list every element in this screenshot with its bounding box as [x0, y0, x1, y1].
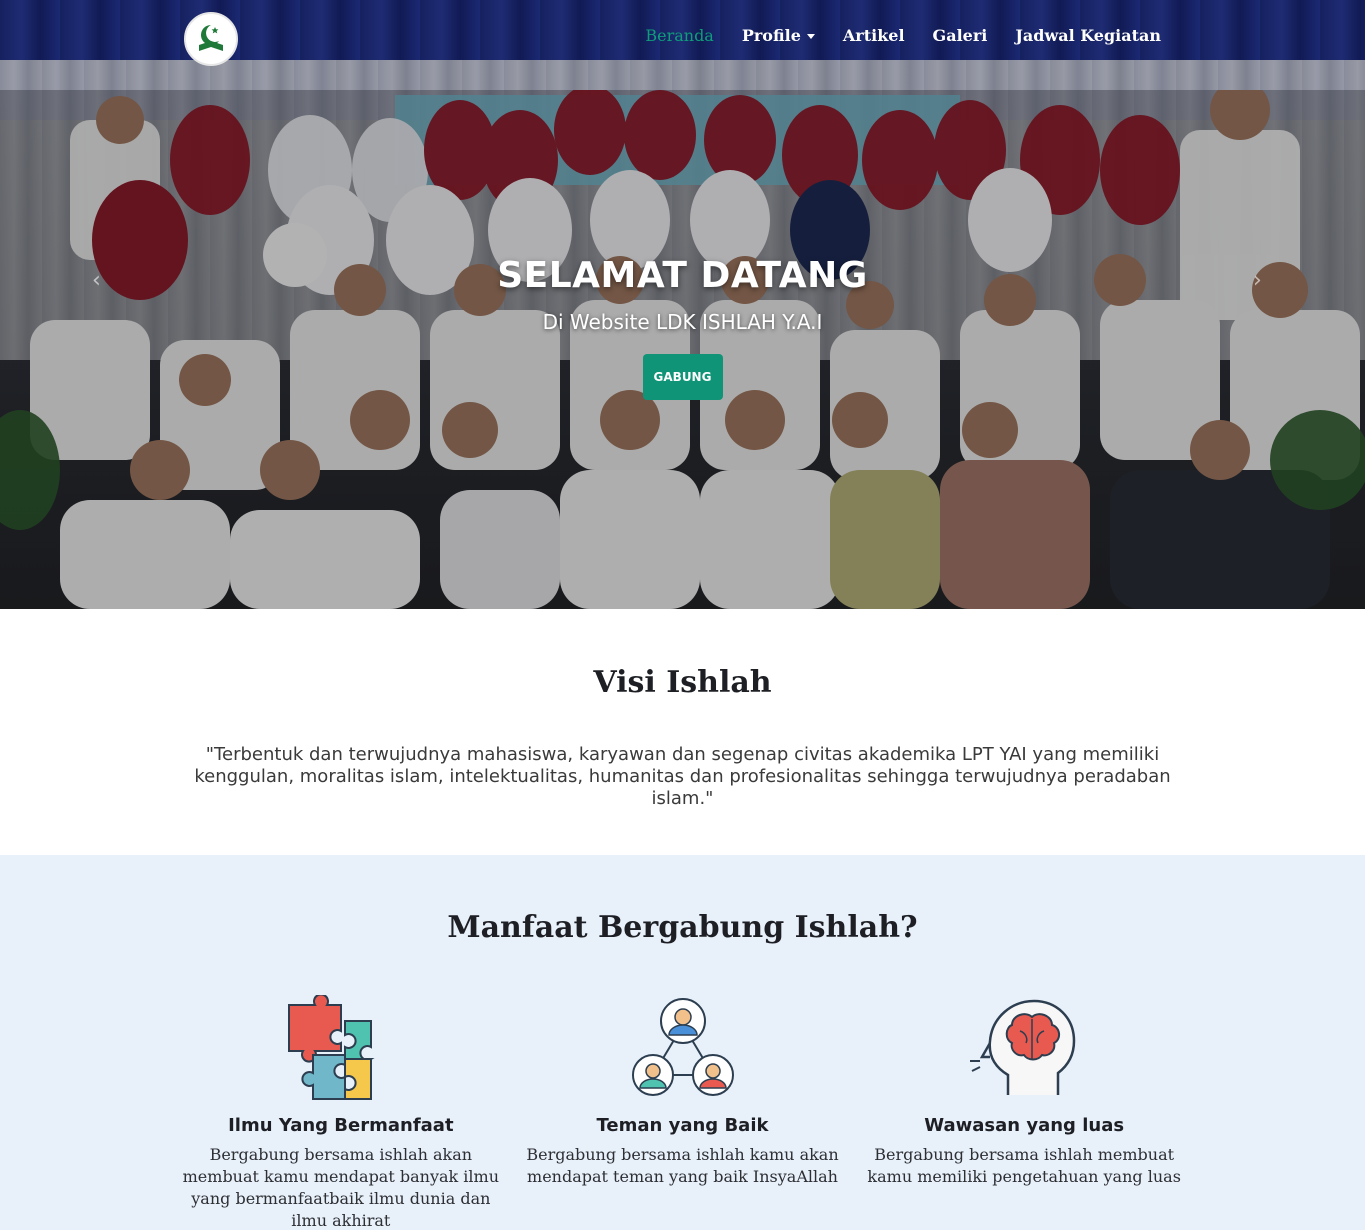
visi-title: Visi Ishlah — [593, 665, 772, 700]
nav-link-galeri[interactable]: Galeri — [933, 26, 988, 45]
caret-down-icon — [806, 34, 815, 39]
feature-title: Ilmu Yang Bermanfaat — [228, 1115, 454, 1136]
visi-section: Visi Ishlah "Terbentuk dan terwujudnya m… — [0, 609, 1365, 855]
feature-title: Teman yang Baik — [596, 1115, 769, 1136]
puzzle-icon — [287, 995, 375, 1100]
feature-desc: Bergabung bersama ishlah membuat kamu me… — [867, 1145, 1181, 1186]
feature-card: Ilmu Yang Bermanfaat Bergabung bersama i… — [170, 995, 512, 1230]
nav-link-profile[interactable]: Profile — [742, 26, 815, 45]
hero-caption: SELAMAT DATANG Di Website LDK ISHLAH Y.A… — [0, 255, 1365, 400]
navbar: Beranda Profile Artikel Galeri Jadwal Ke… — [0, 0, 1365, 78]
ishlah-logo-icon[interactable] — [184, 12, 238, 66]
hero-subtitle: Di Website LDK ISHLAH Y.A.I — [542, 310, 823, 334]
nav-link-artikel[interactable]: Artikel — [843, 26, 905, 45]
feature-card: Wawasan yang luas Bergabung bersama ishl… — [853, 995, 1195, 1230]
hero-carousel: Beranda Profile Artikel Galeri Jadwal Ke… — [0, 0, 1365, 609]
nav-link-beranda[interactable]: Beranda — [645, 26, 714, 45]
visi-text: "Terbentuk dan terwujudnya mahasiswa, ka… — [194, 744, 1171, 809]
nav-link-jadwal-kegiatan[interactable]: Jadwal Kegiatan — [1015, 26, 1161, 45]
manfaat-title: Manfaat Bergabung Ishlah? — [447, 910, 918, 945]
hero-title: SELAMAT DATANG — [497, 255, 868, 296]
crescent-book-icon — [199, 25, 223, 51]
brain-head-icon — [970, 999, 1076, 1095]
network-people-icon — [631, 998, 734, 1096]
feature-desc: Bergabung bersama ishlah akan membuat ka… — [182, 1145, 500, 1230]
feature-list: Ilmu Yang Bermanfaat Bergabung bersama i… — [170, 995, 1195, 1230]
manfaat-section: Manfaat Bergabung Ishlah? Ilmu Yang Berm… — [0, 855, 1365, 1230]
feature-card: Teman yang Baik Bergabung bersama ishlah… — [512, 995, 854, 1230]
feature-title: Wawasan yang luas — [924, 1115, 1125, 1136]
nav-links: Beranda Profile Artikel Galeri Jadwal Ke… — [645, 26, 1161, 45]
gabung-button[interactable]: GABUNG — [642, 354, 723, 400]
feature-desc: Bergabung bersama ishlah kamu akan menda… — [526, 1145, 839, 1186]
nav-link-profile-label: Profile — [741, 26, 801, 45]
